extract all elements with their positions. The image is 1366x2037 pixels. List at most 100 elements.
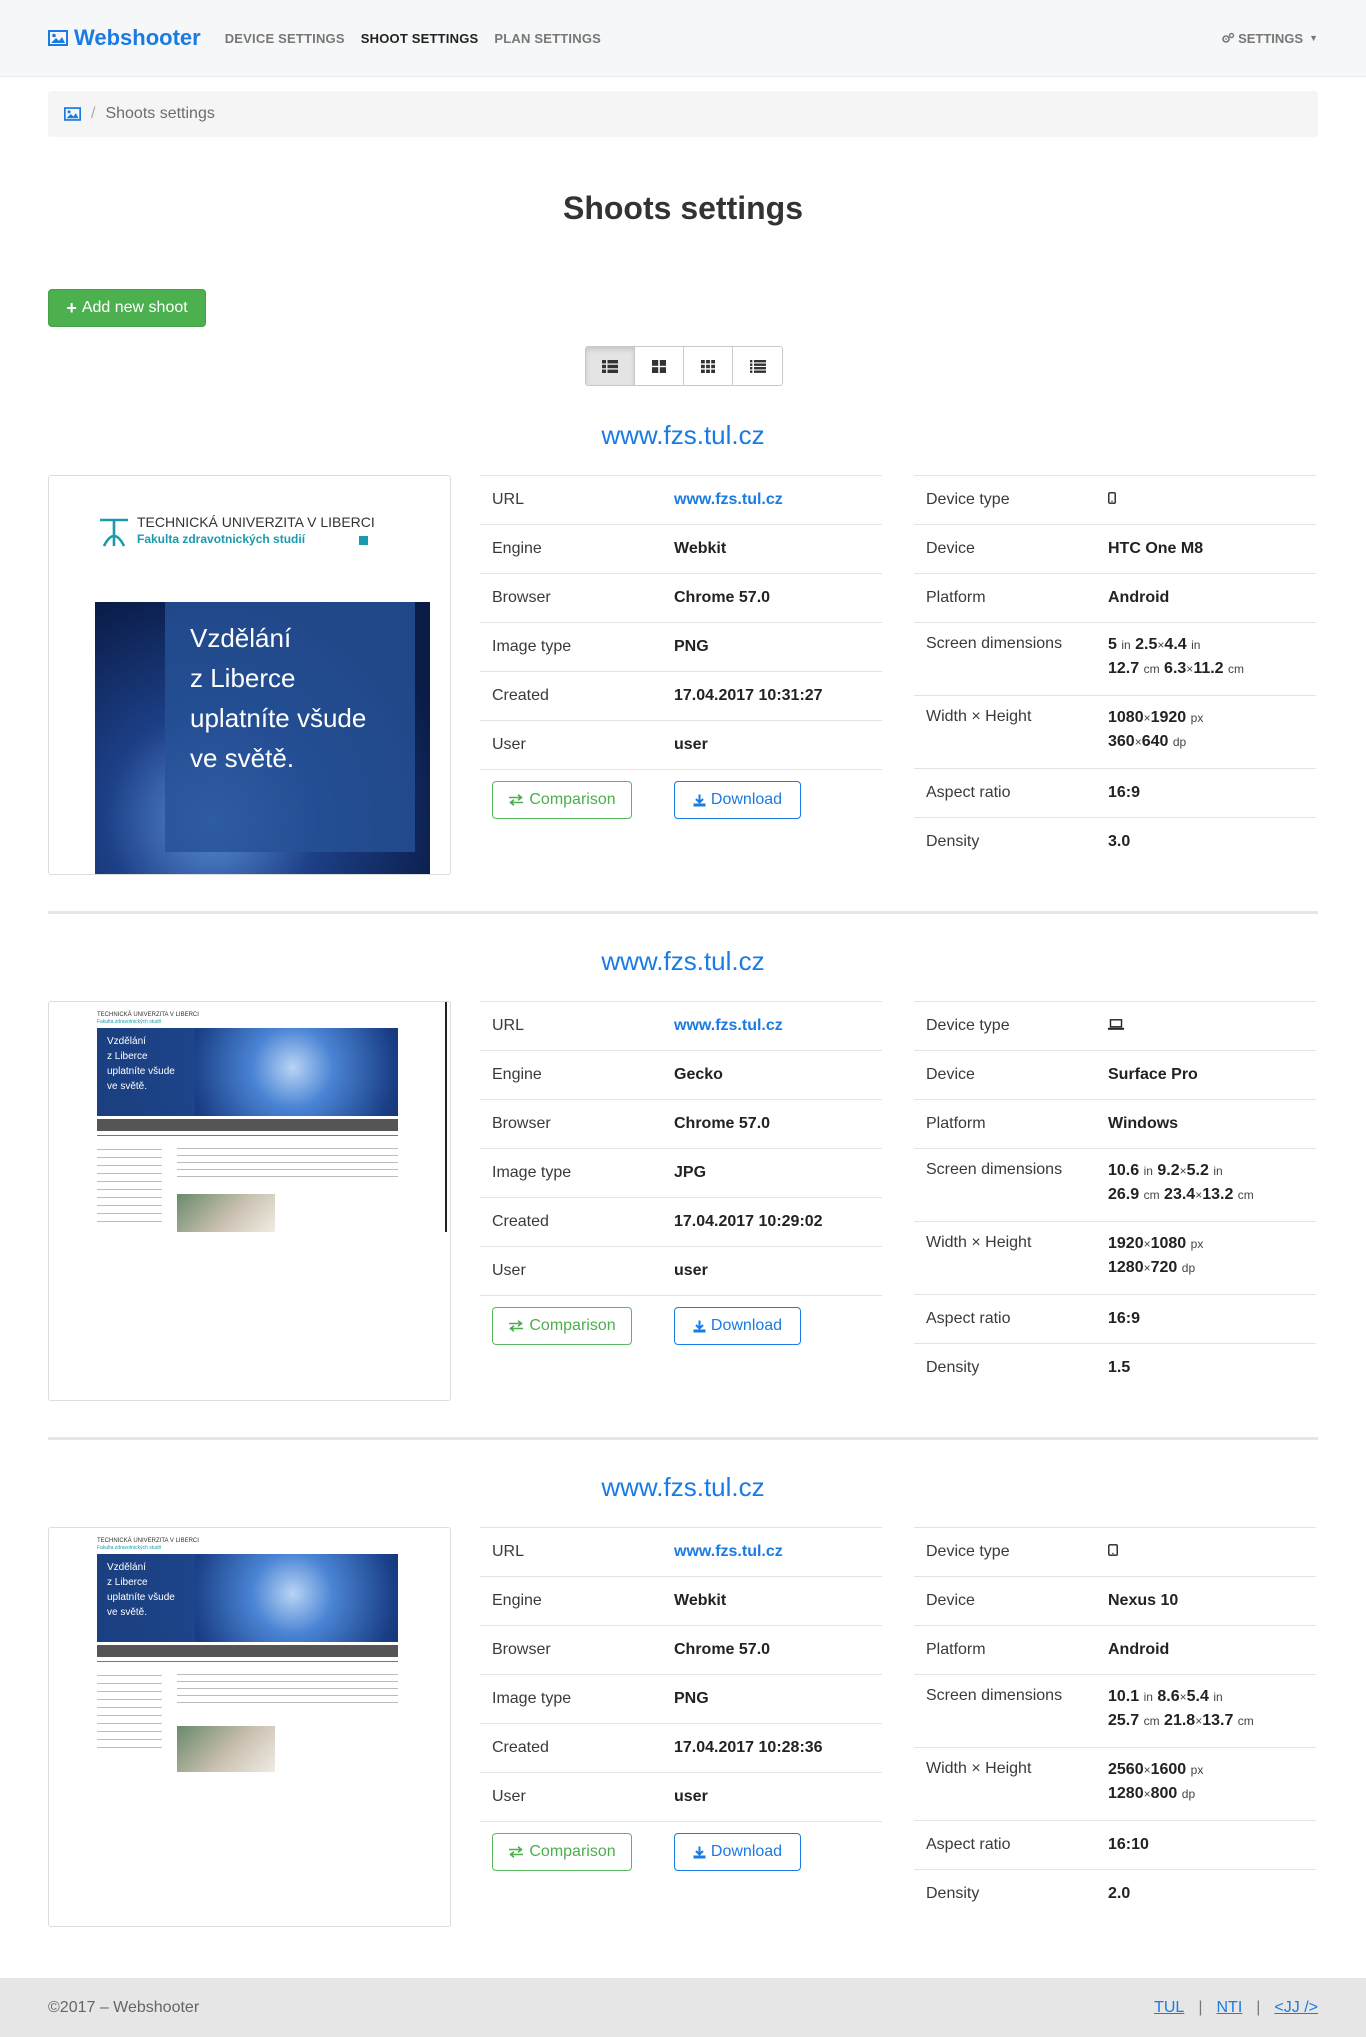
mobile-phone-icon [1108,492,1116,504]
row-label: Created [492,1213,549,1230]
row-label: Device type [926,1017,1010,1034]
comparison-label: Comparison [529,1317,616,1334]
view-list-button[interactable] [733,347,782,385]
gears-icon [1222,32,1235,43]
breadcrumb-current: Shoots settings [105,105,215,122]
value-text: Nexus 10 [1108,1592,1179,1609]
shoot-thumbnail[interactable]: TECHNICKÁ UNIVERZITA V LIBERCI Fakulta zd… [48,1001,451,1401]
nav-plan-settings[interactable]: PLAN SETTINGS [494,31,601,46]
thumb-hero-text: Vzdělání z Liberce uplatníte všude ve světě… [107,1034,175,1094]
footer-link-tul[interactable]: TUL [1154,1999,1184,2017]
caret-down-icon: ▼ [1309,33,1318,43]
settings-dropdown[interactable]: SETTINGS ▼ [1221,31,1318,46]
row-label: Image type [492,638,572,655]
row-label: Screen dimensions [926,1687,1063,1704]
row-value: Surface Pro [1108,1066,1198,1084]
unit-text: in [1191,638,1201,652]
row-label: Device type [926,1543,1010,1560]
image-icon[interactable] [64,107,81,121]
row-label: Browser [492,1115,551,1132]
device-info-table: Device type Device HTC One M8 Platform Andro… [914,475,1316,866]
value-text: user [674,1262,708,1279]
value-text: user [674,1788,708,1805]
unit-text: cm [1143,1714,1160,1728]
nav-device-settings[interactable]: DEVICE SETTINGS [225,31,345,46]
row-label: Aspect ratio [926,784,1011,801]
row-label: Width × Height [926,1760,1032,1777]
row-label: User [492,736,526,753]
browser-row: Browser Chrome 57.0 [480,1625,882,1674]
download-button[interactable]: Download [674,781,801,819]
thumb-hero-line: ve světě. [107,1081,148,1092]
value-text: 1280 [1108,1785,1144,1802]
row-value: 16:9 [1108,1310,1140,1328]
device-row: Device Nexus 10 [914,1576,1316,1625]
footer-separator: | [1198,1998,1203,2016]
shoot-url-link[interactable]: www.fzs.tul.cz [674,1017,783,1034]
thumb-sidebar-news [97,1142,162,1222]
value-text: 10.6 [1108,1162,1140,1179]
shoot-url-link[interactable]: www.fzs.tul.cz [674,1543,783,1560]
row-value: PNG [674,1690,709,1708]
shoot-thumbnail[interactable]: TECHNICKÁ UNIVERZITA V LIBERCI Fakulta zd… [48,1527,451,1927]
row-value: user [674,1262,708,1280]
row-value: Nexus 10 [1108,1592,1178,1610]
value-text: 5.4 [1186,1688,1209,1705]
view-th-button[interactable] [684,347,733,385]
footer-link-nti[interactable]: NTI [1216,1999,1242,2017]
times-sign: × [1143,1787,1151,1801]
add-new-shoot-label: Add new shoot [81,299,188,316]
unit-text: in [1143,1164,1153,1178]
density-row: Density 3.0 [914,817,1316,866]
download-button[interactable]: Download [674,1833,801,1871]
download-label: Download [710,791,783,808]
url-row: URL www.fzs.tul.cz [480,475,882,524]
view-th-list-button[interactable] [586,347,635,385]
shoot-thumbnail[interactable]: TECHNICKÁ UNIVERZITA V LIBERCI Fakulta zd… [48,475,451,875]
university-logo-icon [100,518,128,547]
download-icon [693,794,706,806]
value-text: 4.4 [1164,636,1187,653]
value-text: 12.7 [1108,660,1140,677]
comparison-button[interactable]: Comparison [492,781,632,819]
platform-row: Platform Android [914,1625,1316,1674]
row-label: User [492,1788,526,1805]
thumb-page: TECHNICKÁ UNIVERZITA V LIBERCI Fakulta zd… [49,1528,447,1783]
list-icon [749,359,766,373]
thumb-hero-line: uplatníte všude [107,1066,175,1077]
row-label: Browser [492,589,551,606]
view-th-large-button[interactable] [635,347,684,385]
row-label: Screen dimensions [926,1161,1063,1178]
row-label: Created [492,1739,549,1756]
value-text: 1.5 [1108,1359,1131,1376]
row-label: User [492,1262,526,1279]
footer-link-author[interactable]: <JJ /> [1274,1999,1318,2017]
download-label: Download [710,1317,783,1334]
thumb-hero: Vzdělání z Liberce uplatníte všude ve světě… [97,1554,398,1642]
shoot-url-link[interactable]: www.fzs.tul.cz [674,491,783,508]
shoot-title-link[interactable]: www.fzs.tul.cz [48,1472,1318,1503]
shoot-divider [48,1437,1318,1440]
thumb-menu-bar [97,1119,398,1131]
value-text: 5 [1108,636,1117,653]
value-text: user [674,736,708,753]
download-button[interactable]: Download [674,1307,801,1345]
exchange-icon [509,1320,524,1332]
row-label: Browser [492,1641,551,1658]
row-value: Android [1108,1641,1169,1659]
add-new-shoot-button[interactable]: + Add new shoot [48,289,206,327]
comparison-button[interactable]: Comparison [492,1307,632,1345]
row-value: Chrome 57.0 [674,1641,770,1659]
nav-shoot-settings[interactable]: SHOOT SETTINGS [361,31,479,46]
comparison-button[interactable]: Comparison [492,1833,632,1871]
row-label: URL [492,1543,525,1560]
laptop-icon [1108,1019,1124,1030]
unit-text: in [1143,1690,1153,1704]
th-icon [701,359,715,373]
shoot-title-link[interactable]: www.fzs.tul.cz [48,420,1318,451]
brand-link[interactable]: Webshooter [48,25,201,51]
value-text: Gecko [674,1066,723,1083]
shoot-title-link[interactable]: www.fzs.tul.cz [48,946,1318,977]
footer-copyright: ©2017 – Webshooter [48,1998,200,2016]
row-label: Density [926,1359,980,1376]
